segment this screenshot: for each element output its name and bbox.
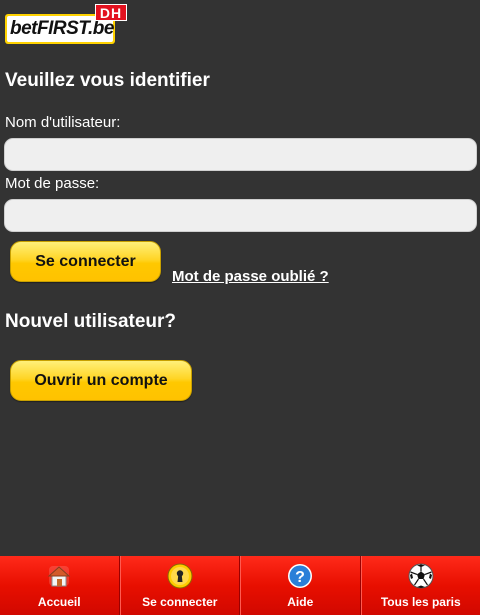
help-icon: ? xyxy=(288,564,313,588)
svg-text:?: ? xyxy=(295,569,305,586)
nav-label-home: Accueil xyxy=(37,595,81,609)
football-icon xyxy=(408,563,434,589)
logo-dh-badge: DH xyxy=(95,4,127,21)
bottom-nav: Accueil Se connecter ? Aide Tous les par… xyxy=(0,556,480,615)
login-title: Veuillez vous identifier xyxy=(5,70,210,91)
forgot-password-link[interactable]: Mot de passe oublié ? xyxy=(172,268,329,286)
nav-item-all-bets[interactable]: Tous les paris xyxy=(360,556,480,615)
username-input[interactable] xyxy=(4,138,477,171)
username-label: Nom d'utilisateur: xyxy=(5,114,121,131)
keyhole-icon xyxy=(167,563,193,589)
password-label: Mot de passe: xyxy=(5,175,100,192)
logo-text-bet: bet xyxy=(10,18,38,39)
home-icon xyxy=(47,566,71,587)
betfirst-logo[interactable]: betFIRST.be DH xyxy=(5,4,127,44)
login-button[interactable]: Se connecter xyxy=(10,241,161,282)
logo-text-first: FIRST xyxy=(37,18,88,39)
open-account-button[interactable]: Ouvrir un compte xyxy=(10,360,192,401)
nav-label-help: Aide xyxy=(287,595,314,609)
nav-item-help[interactable]: ? Aide xyxy=(240,556,361,615)
nav-item-home[interactable]: Accueil xyxy=(0,556,120,615)
password-input[interactable] xyxy=(4,199,477,232)
new-user-title: Nouvel utilisateur? xyxy=(5,311,177,332)
nav-label-all-bets: Tous les paris xyxy=(380,595,461,609)
nav-item-login[interactable]: Se connecter xyxy=(119,556,240,615)
nav-label-login: Se connecter xyxy=(142,595,218,609)
